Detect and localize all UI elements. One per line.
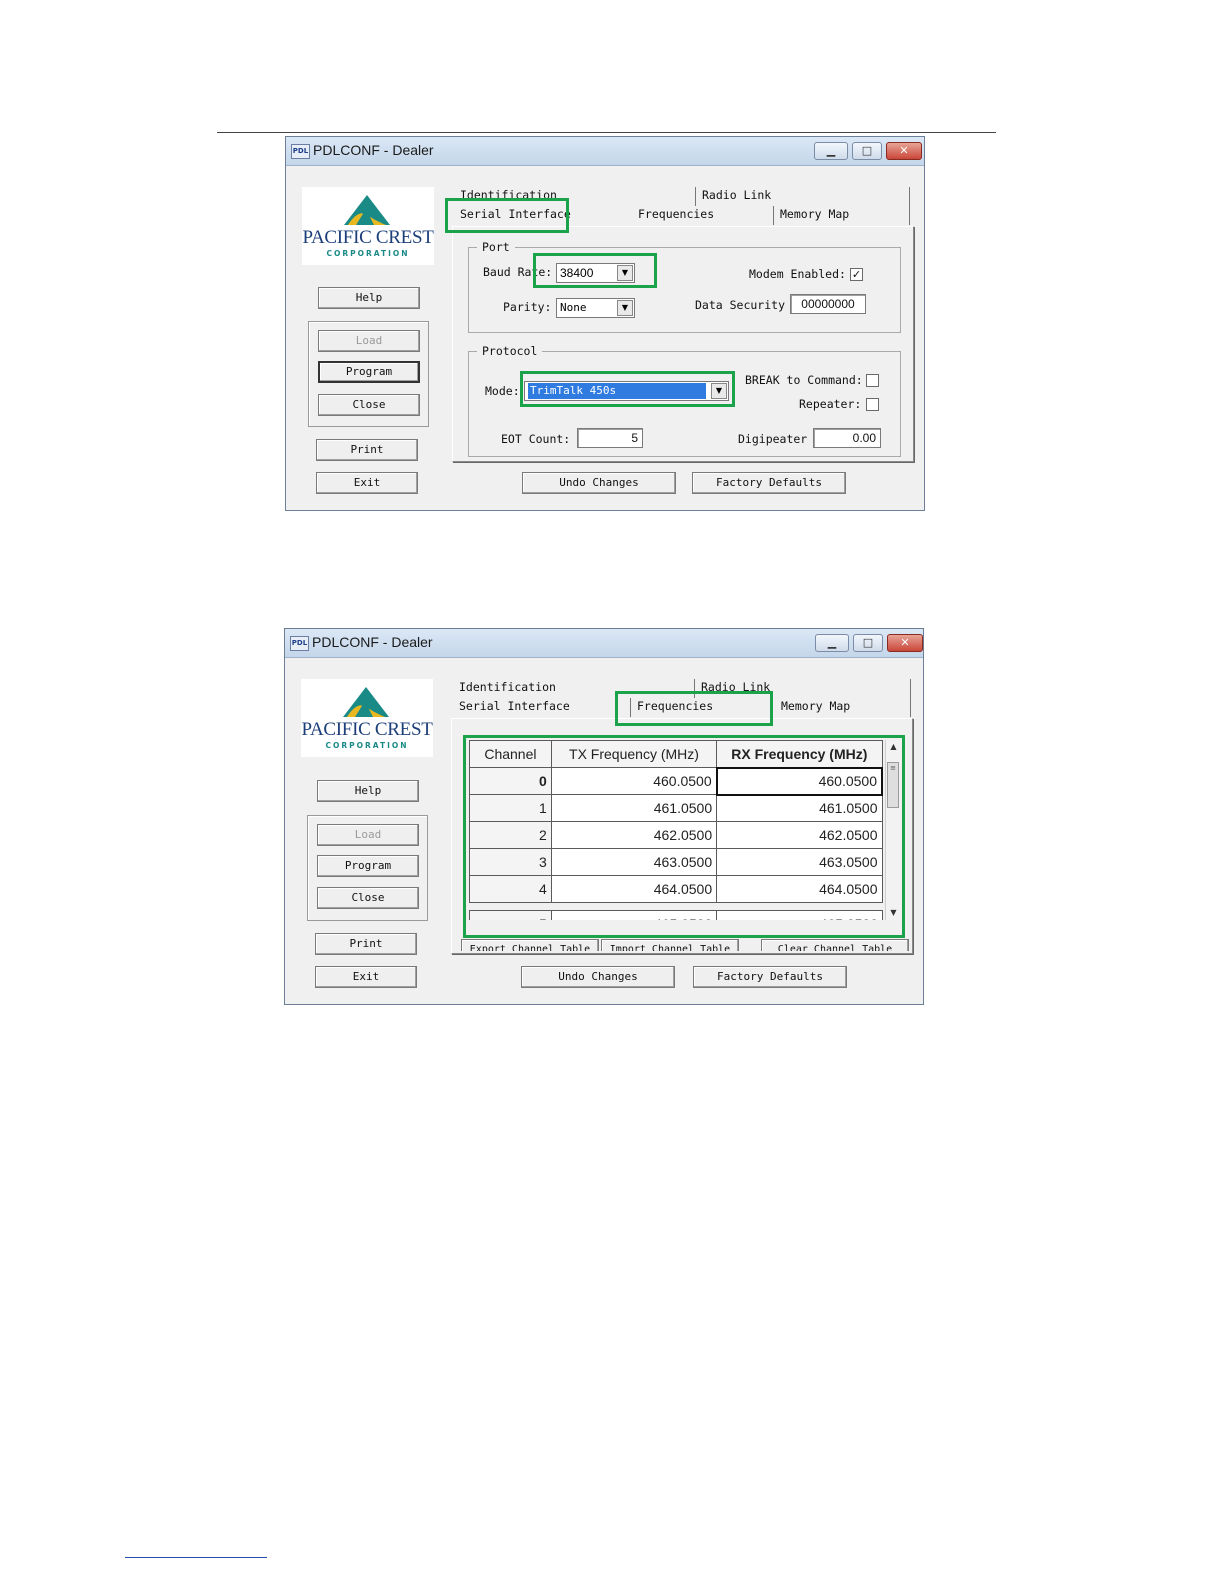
pacific-crest-logo-icon: [343, 687, 389, 717]
logo-corporation: CORPORATION: [325, 741, 409, 750]
print-button[interactable]: Print: [316, 439, 418, 461]
data-security-field[interactable]: 00000000: [790, 294, 866, 314]
window-frequencies: PDL PDLCONF - Dealer ▁ □ ✕ PACIFIC CREST…: [284, 628, 924, 1005]
modem-enabled-label: Modem Enabled:: [749, 267, 846, 281]
clear-channel-table-button[interactable]: Clear Channel Table: [761, 939, 909, 951]
break-to-command-checkbox[interactable]: [866, 374, 879, 387]
window-serial-interface: PDL PDLCONF - Dealer ▁ □ ✕ PACIFIC CREST…: [285, 136, 925, 511]
exit-button[interactable]: Exit: [315, 966, 417, 988]
eot-count-label: EOT Count:: [501, 432, 571, 446]
channel-table-buttons-clip: Export Channel Table Import Channel Tabl…: [461, 939, 909, 951]
title-bar[interactable]: PDL PDLCONF - Dealer ▁ □ ✕: [285, 629, 923, 658]
parity-value: None: [560, 301, 587, 314]
program-button[interactable]: Program: [318, 361, 420, 383]
break-to-command-label: BREAK to Command:: [745, 373, 863, 387]
pacific-crest-logo: PACIFIC CREST CORPORATION: [301, 679, 433, 757]
minimize-button[interactable]: ▁: [815, 634, 849, 652]
digipeater-field[interactable]: 0.00: [813, 428, 881, 448]
chevron-down-icon[interactable]: ▼: [617, 300, 633, 316]
factory-defaults-button[interactable]: Factory Defaults: [692, 472, 846, 494]
export-channel-table-button[interactable]: Export Channel Table: [461, 939, 599, 951]
data-security-label: Data Security: [695, 298, 786, 312]
highlight-frequencies-tab: [615, 691, 773, 726]
maximize-button[interactable]: □: [853, 634, 883, 652]
tab-memory-map[interactable]: Memory Map: [775, 698, 911, 717]
factory-defaults-button[interactable]: Factory Defaults: [693, 966, 847, 988]
load-button[interactable]: Load: [317, 824, 419, 846]
minimize-button[interactable]: ▁: [814, 142, 848, 160]
footnote-rule: [125, 1557, 267, 1558]
exit-button[interactable]: Exit: [316, 472, 418, 494]
parity-select[interactable]: None ▼: [556, 298, 635, 318]
parity-label: Parity:: [503, 300, 552, 314]
digipeater-label: Digipeater: [738, 432, 808, 446]
close-window-button[interactable]: ✕: [887, 634, 923, 652]
undo-changes-button[interactable]: Undo Changes: [521, 966, 675, 988]
logo-name: PACIFIC CREST: [301, 719, 433, 740]
logo-name: PACIFIC CREST: [302, 227, 434, 248]
maximize-button[interactable]: □: [852, 142, 882, 160]
program-button[interactable]: Program: [317, 855, 419, 877]
close-window-button[interactable]: ✕: [886, 142, 922, 160]
window-title: PDLCONF - Dealer: [312, 634, 433, 650]
highlight-frequency-table: [463, 735, 905, 938]
highlight-mode: [520, 371, 735, 407]
eot-count-field[interactable]: 5: [577, 428, 643, 448]
tab-memory-map[interactable]: Memory Map: [774, 206, 910, 225]
page-top-rule: [217, 132, 996, 133]
highlight-serial-interface-tab: [445, 198, 569, 233]
tab-radio-link[interactable]: Radio Link: [696, 187, 910, 206]
protocol-group-title: Protocol: [477, 344, 543, 358]
undo-changes-button[interactable]: Undo Changes: [522, 472, 676, 494]
modem-enabled-checkbox[interactable]: ✓: [850, 268, 863, 281]
repeater-label: Repeater:: [799, 397, 862, 411]
tab-serial-interface[interactable]: Serial Interface: [453, 698, 631, 717]
tab-frequencies[interactable]: Frequencies: [632, 206, 774, 225]
help-button[interactable]: Help: [318, 287, 420, 309]
pdl-app-icon: PDL: [290, 636, 309, 651]
title-bar[interactable]: PDL PDLCONF - Dealer ▁ □ ✕: [286, 137, 924, 166]
pacific-crest-logo: PACIFIC CREST CORPORATION: [302, 187, 434, 265]
pdl-app-icon: PDL: [291, 144, 310, 159]
help-button[interactable]: Help: [317, 780, 419, 802]
repeater-checkbox[interactable]: [866, 398, 879, 411]
load-button[interactable]: Load: [318, 330, 420, 352]
print-button[interactable]: Print: [315, 933, 417, 955]
mode-label: Mode:: [485, 384, 520, 398]
close-button[interactable]: Close: [317, 887, 419, 909]
import-channel-table-button[interactable]: Import Channel Table: [601, 939, 739, 951]
highlight-baud-rate: [533, 253, 657, 288]
window-title: PDLCONF - Dealer: [313, 142, 434, 158]
close-button[interactable]: Close: [318, 394, 420, 416]
logo-corporation: CORPORATION: [326, 249, 410, 258]
pacific-crest-logo-icon: [344, 195, 390, 225]
port-group-title: Port: [477, 240, 515, 254]
